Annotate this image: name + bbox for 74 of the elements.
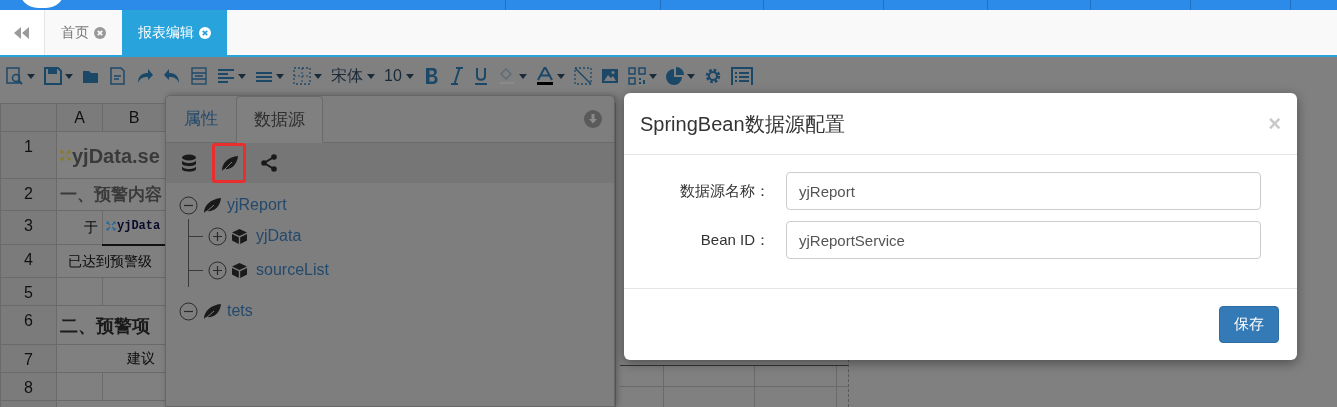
caret-icon [556,73,565,79]
expression-icon [106,221,116,232]
tree-item[interactable]: tets [227,299,253,323]
leaf-icon [203,302,222,320]
row-header: 6 [0,305,57,345]
column-header: A [56,103,103,132]
image-icon[interactable] [600,67,619,85]
close-icon [199,26,211,39]
row-header: 3 [0,210,57,245]
back-button[interactable] [0,10,45,55]
caret-icon [65,73,73,79]
panel-tab[interactable]: 属性 [166,95,236,142]
pie-chart-icon[interactable] [665,67,684,85]
row-header: 7 [0,344,57,373]
qr-code-icon[interactable] [627,67,646,85]
preview-icon[interactable] [6,67,24,85]
field-label: 数据源名称： [679,180,770,201]
column-header: B [102,103,165,132]
row-header: 2 [0,178,57,211]
tree-item[interactable]: sourceList [256,258,329,282]
input-field[interactable]: yjReportService [786,221,1261,259]
caret-icon [238,73,246,79]
row-header: 4 [0,244,57,278]
tree-item[interactable]: yjData [256,224,302,248]
font-dropdown[interactable]: 宋体 [331,64,375,88]
input-field[interactable]: yjReport [786,172,1261,210]
expression-icon [60,150,71,162]
expand-icon[interactable] [208,226,227,246]
caret-icon [686,73,695,79]
import-icon[interactable] [109,67,127,85]
caret-icon [648,73,657,79]
cube-icon [232,228,247,244]
save-button[interactable]: 保存 [1219,306,1279,343]
tree-item[interactable]: yjReport [227,193,287,217]
leaf-icon [203,196,222,214]
table-cell: 于 [56,210,103,245]
caret-icon [405,73,414,79]
redo-icon[interactable] [136,67,154,85]
border-icon[interactable] [293,67,311,85]
merge-cells-icon[interactable] [190,67,208,85]
share-icon [261,154,277,172]
row-header: 8 [0,372,57,401]
dialog-title: SpringBean数据源配置 [640,111,845,137]
caret-icon [27,73,35,79]
fill-color-icon[interactable] [497,67,516,85]
size-dropdown[interactable]: 10 [384,64,414,88]
expand-icon[interactable] [208,260,227,280]
caret-icon [367,73,375,79]
align-left-icon[interactable] [217,67,235,85]
double-left-arrow-icon [14,26,30,39]
field-label: Bean ID： [699,229,770,250]
collapse-icon[interactable] [179,301,198,321]
tab[interactable]: 首页 [45,10,122,55]
settings-icon[interactable] [703,67,722,85]
cube-icon [232,262,247,278]
row-header: 5 [0,277,57,306]
underline-icon[interactable] [472,67,489,85]
caret-icon [276,73,284,79]
undo-icon[interactable] [163,67,181,85]
save-icon[interactable] [44,67,62,85]
caret-icon [314,73,322,79]
font-color-icon[interactable] [535,67,554,85]
caret-icon [518,73,527,79]
download-icon[interactable] [584,110,602,128]
list-icon[interactable] [730,67,753,85]
leaf-icon [219,154,239,172]
collapse-icon[interactable] [179,195,198,215]
clear-border-icon[interactable] [573,67,592,85]
tab[interactable]: 报表编辑 [122,10,227,55]
panel-tab[interactable]: 数据源 [236,96,323,143]
database-icon [181,153,197,173]
close-icon [94,26,106,39]
row-header: 1 [0,131,57,179]
tool-button[interactable] [212,143,246,183]
